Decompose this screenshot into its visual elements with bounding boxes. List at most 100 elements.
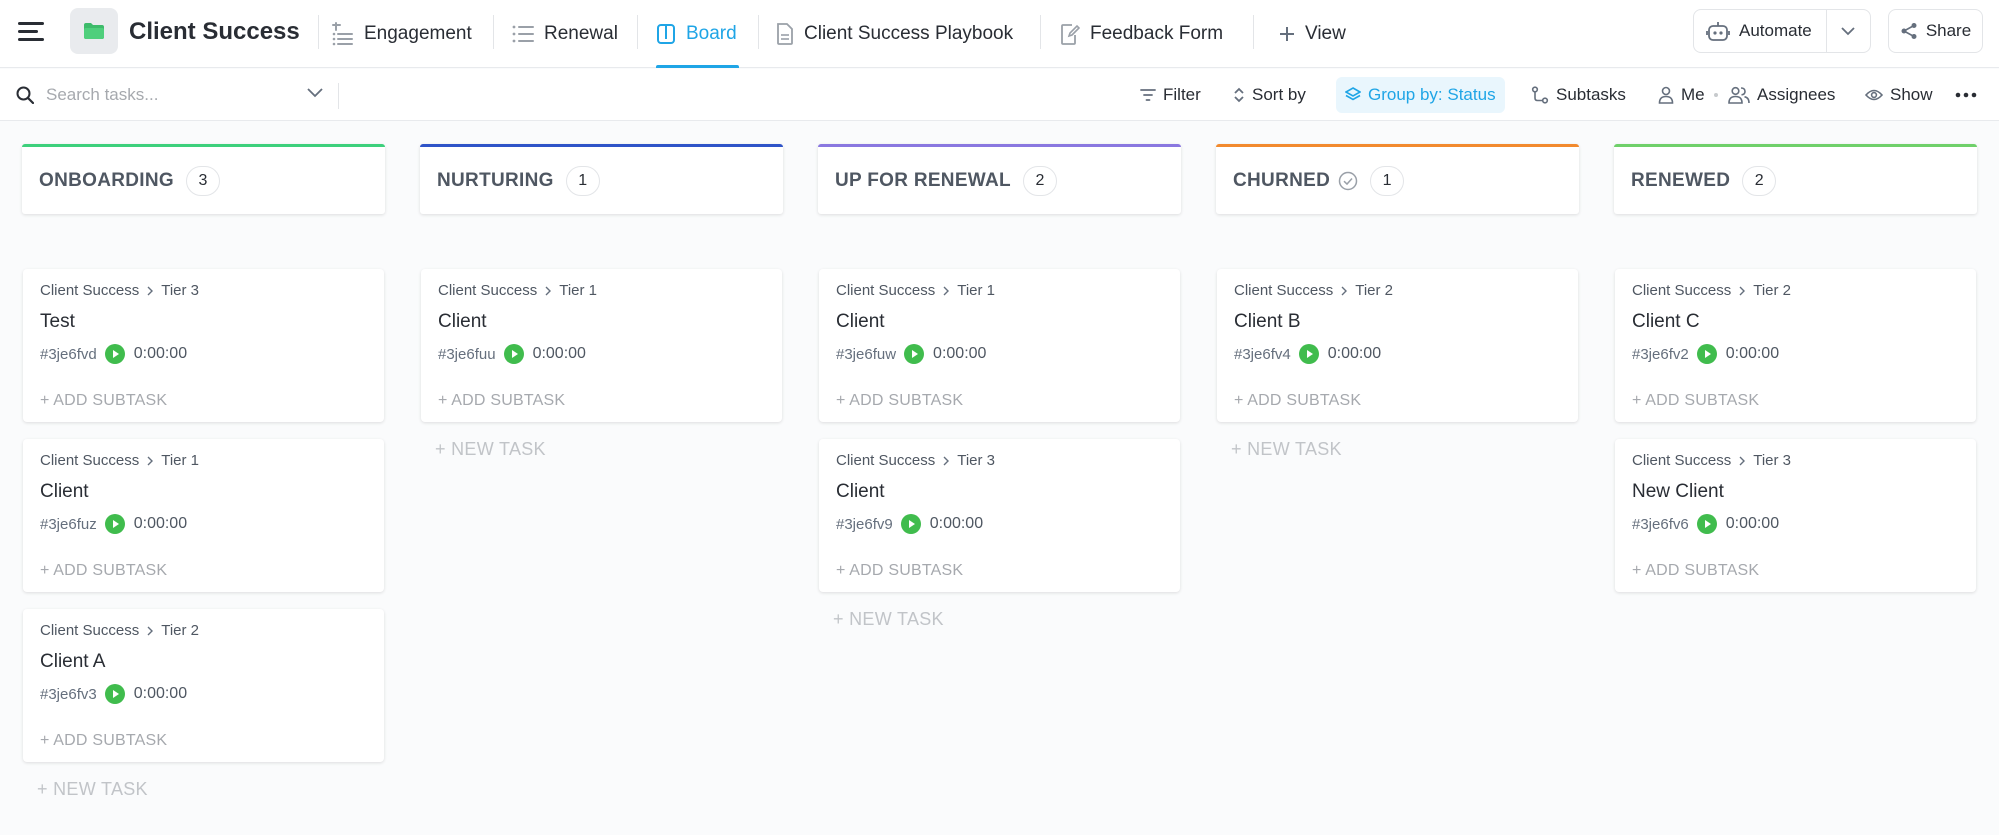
- column-header[interactable]: CHURNED 1: [1216, 144, 1579, 214]
- task-card[interactable]: Client Success Tier 1 Client #3je6fuu 0:…: [421, 269, 782, 422]
- task-title[interactable]: Client: [836, 481, 1163, 503]
- task-card[interactable]: Client Success Tier 1 Client #3je6fuw 0:…: [819, 269, 1180, 422]
- sort-label: Sort by: [1252, 85, 1306, 104]
- breadcrumb-space[interactable]: Client Success: [836, 452, 935, 469]
- task-title[interactable]: Client A: [40, 651, 367, 673]
- column-renewed: RENEWED 2 Client Success Tier 2 Client C…: [1614, 144, 1977, 609]
- task-title[interactable]: Test: [40, 311, 367, 333]
- task-card[interactable]: Client Success Tier 3 New Client #3je6fv…: [1615, 439, 1976, 592]
- tab-engagement[interactable]: Engagement: [330, 0, 472, 68]
- show-button[interactable]: Show: [1865, 77, 1933, 113]
- time-tracked: 0:00:00: [933, 345, 987, 362]
- task-title[interactable]: Client B: [1234, 311, 1561, 333]
- new-task-button[interactable]: + NEW TASK: [833, 609, 1181, 630]
- breadcrumb-space[interactable]: Client Success: [438, 282, 537, 299]
- task-card[interactable]: Client Success Tier 1 Client #3je6fuz 0:…: [23, 439, 384, 592]
- play-icon[interactable]: [104, 344, 125, 364]
- tab-renewal[interactable]: Renewal: [512, 0, 618, 68]
- play-icon[interactable]: [1696, 344, 1717, 364]
- breadcrumb: Client Success Tier 3: [836, 452, 1163, 469]
- task-card[interactable]: Client Success Tier 2 Client A #3je6fv3 …: [23, 609, 384, 762]
- add-subtask-button[interactable]: + ADD SUBTASK: [1234, 392, 1361, 410]
- chevron-down-icon[interactable]: [306, 87, 324, 99]
- sort-button[interactable]: Sort by: [1233, 77, 1306, 113]
- column-header[interactable]: RENEWED 2: [1614, 144, 1977, 214]
- play-icon[interactable]: [104, 684, 125, 704]
- breadcrumb-list[interactable]: Tier 3: [161, 282, 199, 299]
- task-card[interactable]: Client Success Tier 3 Test #3je6fvd 0:00…: [23, 269, 384, 422]
- play-icon[interactable]: [104, 514, 125, 534]
- tab-divider: [637, 15, 638, 49]
- breadcrumb: Client Success Tier 2: [1234, 282, 1561, 299]
- share-button[interactable]: Share: [1888, 9, 1983, 53]
- breadcrumb-space[interactable]: Client Success: [836, 282, 935, 299]
- group-by-button[interactable]: Group by: Status: [1336, 77, 1505, 113]
- filter-button[interactable]: Filter: [1140, 77, 1201, 113]
- add-subtask-button[interactable]: + ADD SUBTASK: [836, 392, 963, 410]
- breadcrumb-space[interactable]: Client Success: [1632, 282, 1731, 299]
- breadcrumb-list[interactable]: Tier 2: [1355, 282, 1393, 299]
- folder-icon[interactable]: [70, 8, 118, 54]
- breadcrumb-list[interactable]: Tier 2: [161, 622, 199, 639]
- column-onboarding: ONBOARDING 3 Client Success Tier 3 Test …: [22, 144, 385, 800]
- play-icon[interactable]: [503, 344, 524, 364]
- new-task-button[interactable]: + NEW TASK: [1231, 439, 1579, 460]
- add-subtask-button[interactable]: + ADD SUBTASK: [40, 392, 167, 410]
- me-filter-button[interactable]: Me: [1658, 77, 1705, 113]
- column-header[interactable]: UP FOR RENEWAL 2: [818, 144, 1181, 214]
- search-input[interactable]: [46, 85, 296, 105]
- time-tracked: 0:00:00: [133, 685, 188, 702]
- tab-feedback-form[interactable]: Feedback Form: [1060, 0, 1223, 68]
- play-icon[interactable]: [1696, 514, 1717, 534]
- breadcrumb: Client Success Tier 3: [40, 282, 367, 299]
- subtasks-button[interactable]: Subtasks: [1531, 77, 1626, 113]
- breadcrumb: Client Success Tier 2: [40, 622, 367, 639]
- task-title[interactable]: Client: [40, 481, 367, 503]
- add-subtask-button[interactable]: + ADD SUBTASK: [40, 562, 167, 580]
- breadcrumb-space[interactable]: Client Success: [1632, 452, 1731, 469]
- add-subtask-button[interactable]: + ADD SUBTASK: [836, 562, 963, 580]
- tab-label: Client Success Playbook: [804, 23, 1014, 44]
- add-subtask-button[interactable]: + ADD SUBTASK: [40, 732, 167, 750]
- breadcrumb-list[interactable]: Tier 1: [559, 282, 597, 299]
- new-task-button[interactable]: + NEW TASK: [37, 779, 385, 800]
- more-options-button[interactable]: [1955, 77, 1977, 113]
- automate-button[interactable]: Automate: [1693, 9, 1871, 53]
- breadcrumb-list[interactable]: Tier 3: [957, 452, 995, 469]
- add-subtask-button[interactable]: + ADD SUBTASK: [1632, 562, 1759, 580]
- task-card[interactable]: Client Success Tier 2 Client B #3je6fv4 …: [1217, 269, 1578, 422]
- breadcrumb-space[interactable]: Client Success: [40, 452, 139, 469]
- breadcrumb-list[interactable]: Tier 1: [161, 452, 199, 469]
- column-header[interactable]: NURTURING 1: [420, 144, 783, 214]
- play-icon[interactable]: [900, 514, 921, 534]
- space-title[interactable]: Client Success: [129, 18, 300, 46]
- menu-icon[interactable]: [18, 22, 44, 42]
- time-tracked: 0:00:00: [1725, 515, 1780, 532]
- column-nurturing: NURTURING 1 Client Success Tier 1 Client…: [420, 144, 783, 460]
- tab-client-success-playbook[interactable]: Client Success Playbook: [776, 0, 1013, 68]
- breadcrumb-list[interactable]: Tier 3: [1753, 452, 1791, 469]
- add-view-button[interactable]: View: [1279, 0, 1346, 68]
- count-badge: 1: [1370, 165, 1405, 196]
- breadcrumb-space[interactable]: Client Success: [40, 622, 139, 639]
- task-title[interactable]: Client C: [1632, 311, 1959, 333]
- task-title[interactable]: Client: [438, 311, 765, 333]
- breadcrumb-space[interactable]: Client Success: [40, 282, 139, 299]
- search-box[interactable]: [16, 79, 324, 111]
- new-task-button[interactable]: + NEW TASK: [435, 439, 783, 460]
- task-card[interactable]: Client Success Tier 2 Client C #3je6fv2 …: [1615, 269, 1976, 422]
- play-icon[interactable]: [904, 344, 925, 364]
- task-title[interactable]: New Client: [1632, 481, 1959, 503]
- breadcrumb-list[interactable]: Tier 2: [1753, 282, 1791, 299]
- automate-dropdown[interactable]: [1827, 10, 1870, 52]
- add-subtask-button[interactable]: + ADD SUBTASK: [438, 392, 565, 410]
- play-icon[interactable]: [1298, 344, 1319, 364]
- tab-board[interactable]: Board: [656, 0, 739, 68]
- task-title[interactable]: Client: [836, 311, 1163, 333]
- assignees-button[interactable]: Assignees: [1728, 77, 1835, 113]
- task-card[interactable]: Client Success Tier 3 Client #3je6fv9 0:…: [819, 439, 1180, 592]
- column-header[interactable]: ONBOARDING 3: [22, 144, 385, 214]
- breadcrumb-space[interactable]: Client Success: [1234, 282, 1333, 299]
- add-subtask-button[interactable]: + ADD SUBTASK: [1632, 392, 1759, 410]
- breadcrumb-list[interactable]: Tier 1: [957, 282, 995, 299]
